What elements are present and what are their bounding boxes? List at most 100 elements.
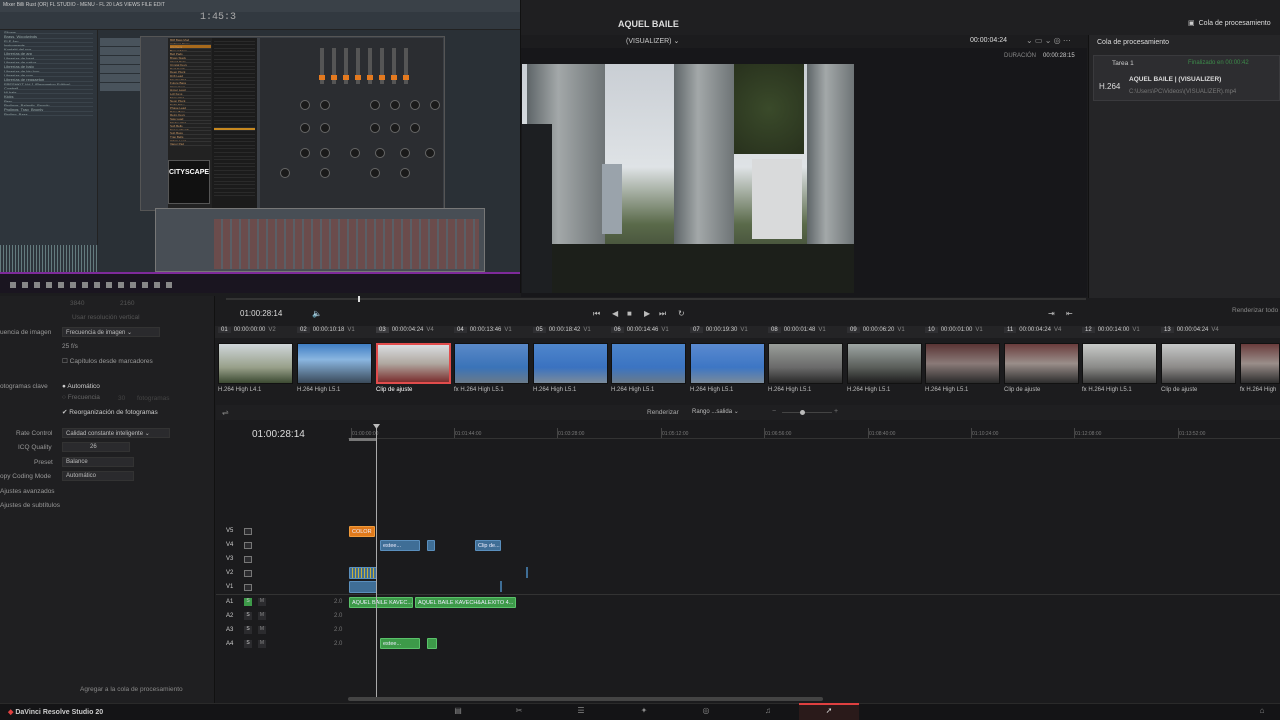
taskbar-app-icon[interactable]: [142, 282, 148, 288]
fl-browser[interactable]: Slicers Brass, Woodwinds FLE Arp Instrument…: [0, 30, 98, 270]
fl-knob[interactable]: [300, 123, 310, 133]
video-track-header[interactable]: V2: [216, 567, 348, 580]
fl-knob[interactable]: [370, 168, 380, 178]
a4-clip-1[interactable]: estee...: [380, 638, 420, 649]
clip-header[interactable]: 05 00:00:18:42 V1: [533, 327, 591, 337]
a1-clip-2[interactable]: AQUEL BAILE KAVECH&ALEXITO 4...: [415, 597, 516, 608]
chapters-checkbox[interactable]: ☐ Capítulos desde marcadores: [62, 357, 153, 365]
color-page-icon[interactable]: ◎: [701, 706, 711, 715]
clip-thumbnail[interactable]: [847, 343, 922, 384]
fl-knob[interactable]: [320, 148, 330, 158]
fl-studio-window[interactable]: Mixer Billi Rust (OR) FL STUDIO - MENU -…: [0, 0, 521, 293]
v1-clip-marker[interactable]: [500, 581, 502, 592]
clip-thumbnail[interactable]: [376, 343, 451, 384]
fl-knob[interactable]: [430, 100, 440, 110]
copy-coding-dropdown[interactable]: Automático: [62, 471, 134, 481]
fl-knob[interactable]: [390, 123, 400, 133]
resolution-height[interactable]: 2160: [120, 300, 134, 307]
solo-icon[interactable]: S: [244, 640, 252, 648]
fl-knob[interactable]: [300, 148, 310, 158]
taskbar-app-icon[interactable]: [10, 282, 16, 288]
fl-knob[interactable]: [320, 168, 330, 178]
taskbar-app-icon[interactable]: [130, 282, 136, 288]
fl-knob[interactable]: [300, 100, 310, 110]
fl-preset-list[interactable]: [212, 38, 257, 208]
range-dropdown[interactable]: Rango ...salida ⌄: [689, 407, 751, 417]
v2-clip-marker[interactable]: [526, 567, 528, 578]
fl-knob[interactable]: [400, 148, 410, 158]
fl-knob[interactable]: [320, 123, 330, 133]
subtitle-settings[interactable]: Ajustes de subtítulos: [0, 502, 60, 509]
v1-clips[interactable]: [349, 581, 377, 593]
clip-thumbnail[interactable]: [611, 343, 686, 384]
fl-fader[interactable]: [367, 48, 373, 84]
a1-clip-1[interactable]: AQUEL BAILE KAVEC...: [349, 597, 413, 608]
skip-start-icon[interactable]: ⏮: [593, 309, 600, 319]
track-enable-icon[interactable]: [244, 584, 252, 591]
fl-knob[interactable]: [370, 123, 380, 133]
playhead[interactable]: [376, 427, 377, 697]
timeline-options-icon[interactable]: ⇌: [222, 408, 229, 417]
clip-thumbnail[interactable]: [1240, 343, 1280, 384]
fl-knob[interactable]: [400, 168, 410, 178]
clip-thumbnail[interactable]: [925, 343, 1000, 384]
keyframes-freq-radio[interactable]: ○ Frecuencia: [62, 394, 100, 401]
render-queue-toggle[interactable]: ▣ Cola de procesamiento: [1188, 19, 1271, 27]
windows-taskbar[interactable]: [0, 272, 520, 293]
zoom-in-icon[interactable]: +: [834, 408, 838, 415]
frame-rate-dropdown[interactable]: Frecuencia de imagen ⌄: [62, 327, 160, 337]
timeline-ruler[interactable]: [348, 425, 1280, 439]
use-vertical-resolution[interactable]: Usar resolución vertical: [72, 314, 140, 321]
fl-knob[interactable]: [280, 168, 290, 178]
clip-header[interactable]: 10 00:00:01:00 V1: [925, 327, 983, 337]
clip-thumbnail[interactable]: [690, 343, 765, 384]
render-all-button[interactable]: Renderizar todo: [1232, 307, 1278, 314]
clip-thumbnail[interactable]: [1004, 343, 1079, 384]
mute-icon[interactable]: M: [258, 612, 266, 620]
mark-out-icon[interactable]: ⇥: [1048, 309, 1055, 318]
fl-knob[interactable]: [350, 148, 360, 158]
fl-fader[interactable]: [343, 48, 349, 84]
stop-icon[interactable]: ■: [627, 309, 632, 318]
audio-track-header[interactable]: A2 S M 2.0: [216, 610, 348, 623]
mute-icon[interactable]: M: [258, 640, 266, 648]
fl-toolbar[interactable]: 1:45:3: [0, 12, 520, 30]
clip-header[interactable]: 07 00:00:19:30 V1: [690, 327, 748, 337]
fl-fader[interactable]: [331, 48, 337, 84]
clip-thumbnail[interactable]: [768, 343, 843, 384]
mute-icon[interactable]: M: [258, 598, 266, 606]
fl-fader[interactable]: [391, 48, 397, 84]
zoom-slider-handle[interactable]: [800, 410, 805, 415]
fl-fader[interactable]: [319, 48, 325, 84]
track-enable-icon[interactable]: [244, 542, 252, 549]
cut-page-icon[interactable]: ✂: [514, 706, 524, 715]
clip-thumbnail[interactable]: [1161, 343, 1236, 384]
taskbar-app-icon[interactable]: [46, 282, 52, 288]
fl-channel-rack[interactable]: [100, 38, 140, 98]
solo-icon[interactable]: S: [244, 626, 252, 634]
v2-clips[interactable]: [349, 567, 377, 579]
taskbar-app-icon[interactable]: [58, 282, 64, 288]
fl-knob[interactable]: [425, 148, 435, 158]
clip-header[interactable]: 02 00:00:10:18 V1: [297, 327, 355, 337]
fl-step-sequencer[interactable]: [155, 208, 485, 272]
v4-clip-2[interactable]: Clip de...: [475, 540, 501, 551]
taskbar-app-icon[interactable]: [166, 282, 172, 288]
fusion-page-icon[interactable]: ✦: [639, 706, 649, 715]
taskbar-app-icon[interactable]: [82, 282, 88, 288]
clip-header[interactable]: 12 00:00:14:00 V1: [1082, 327, 1140, 337]
fl-synth-panel[interactable]: [260, 38, 443, 208]
keyframes-auto-radio[interactable]: ● Automático: [62, 383, 100, 390]
fl-knob[interactable]: [410, 100, 420, 110]
taskbar-app-icon[interactable]: [34, 282, 40, 288]
rate-control-dropdown[interactable]: Calidad constante inteligente ⌄: [62, 428, 170, 438]
fl-knob[interactable]: [390, 100, 400, 110]
taskbar-app-icon[interactable]: [106, 282, 112, 288]
solo-icon[interactable]: S: [244, 612, 252, 620]
clip-header[interactable]: 04 00:00:13:46 V1: [454, 327, 512, 337]
fl-fader[interactable]: [379, 48, 385, 84]
add-to-queue-button[interactable]: Agregar a la cola de procesamiento: [80, 686, 183, 693]
video-track-header[interactable]: V5: [216, 525, 348, 538]
zoom-out-icon[interactable]: −: [772, 408, 776, 415]
taskbar-app-icon[interactable]: [70, 282, 76, 288]
